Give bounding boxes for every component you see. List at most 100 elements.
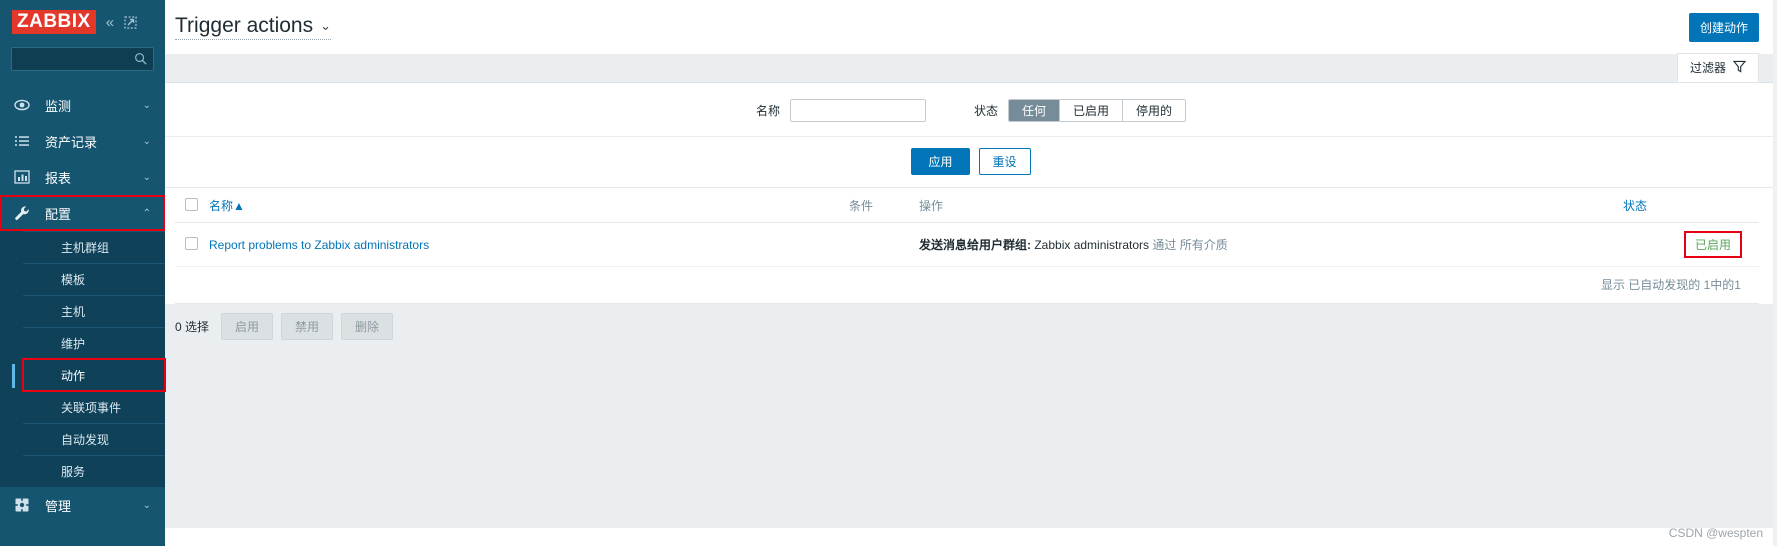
- row-checkbox[interactable]: [185, 236, 198, 250]
- filter-tab[interactable]: 过滤器: [1676, 53, 1759, 82]
- operation-via: 通过: [1152, 238, 1177, 252]
- select-all-header: [175, 188, 205, 223]
- row-name-cell: Report problems to Zabbix administrators: [205, 222, 845, 267]
- sidebar-item-label: 管理: [45, 498, 72, 514]
- table-row: Report problems to Zabbix administrators…: [175, 222, 1759, 267]
- filter-status-segmented: 任何 已启用 停用的: [1007, 99, 1187, 122]
- column-header-status-link[interactable]: 状态: [1623, 199, 1647, 213]
- column-header-name-link[interactable]: 名称▲: [209, 199, 245, 213]
- filter-tab-label: 过滤器: [1689, 61, 1726, 75]
- apply-button[interactable]: 应用: [911, 148, 970, 175]
- main-content: Trigger actions ⌄ 创建动作 过滤器 名称 状态 任何 已启用 …: [165, 0, 1777, 546]
- sidebar-subitem-services[interactable]: 服务: [23, 455, 165, 487]
- column-header-name-text: 名称: [209, 199, 234, 213]
- filter-status-any[interactable]: 任何: [1008, 100, 1060, 121]
- page-title-text: Trigger actions: [175, 14, 314, 37]
- sidebar-subitem-label: 维护: [61, 337, 86, 351]
- table-body: Report problems to Zabbix administrators…: [175, 222, 1759, 267]
- filter-tabbar: 过滤器: [165, 53, 1777, 83]
- filter-name-label: 名称: [755, 104, 780, 118]
- collapse-panel-icon[interactable]: [124, 15, 137, 29]
- filter-actions: 应用 重设: [165, 136, 1777, 187]
- sidebar-submenu-configuration: 主机群组 模板 主机 维护 动作 关联项事件 自动发现 服务: [0, 231, 166, 487]
- actions-table: 名称▲ 条件 操作 状态 Report problems to Zabbix a…: [175, 188, 1759, 267]
- sidebar-subitem-label: 主机群组: [61, 241, 110, 255]
- row-select-cell: [175, 222, 205, 267]
- table-head: 名称▲ 条件 操作 状态: [175, 188, 1759, 223]
- bar-chart-icon: [14, 169, 36, 185]
- funnel-icon[interactable]: [1732, 60, 1747, 76]
- table-header-row: 名称▲ 条件 操作 状态: [175, 188, 1759, 223]
- status-badge[interactable]: 已启用: [1683, 231, 1743, 258]
- sidebar-header: ZABBIX «: [0, 0, 165, 44]
- reset-button[interactable]: 重设: [978, 148, 1031, 175]
- operation-label: 发送消息给用户群组:: [919, 238, 1031, 252]
- sidebar-item-reports[interactable]: 报表 ⌄: [0, 159, 165, 195]
- sidebar-subitem-label: 模板: [61, 273, 86, 287]
- sidebar-item-label: 配置: [45, 206, 72, 222]
- sidebar-subitem-hosts[interactable]: 主机: [23, 295, 165, 327]
- chevron-down-icon: ⌄: [142, 135, 151, 147]
- filter-panel: 名称 状态 任何 已启用 停用的 应用 重设: [165, 83, 1777, 188]
- column-header-name[interactable]: 名称▲: [205, 188, 845, 223]
- filter-fields-row: 名称 状态 任何 已启用 停用的: [165, 99, 1777, 136]
- search-box[interactable]: [11, 47, 154, 71]
- sidebar-item-inventory[interactable]: 资产记录 ⌄: [0, 123, 165, 159]
- selected-count: 0 选择: [175, 319, 210, 334]
- action-name-link[interactable]: Report problems to Zabbix administrators: [209, 238, 429, 252]
- row-status-cell: 已启用: [1619, 222, 1759, 267]
- bulk-actions-bar: 0 选择 启用 禁用 删除: [165, 304, 1777, 348]
- table-footer: 显示 已自动发现的 1中的1: [175, 267, 1759, 304]
- column-header-conditions: 条件: [845, 188, 915, 223]
- sidebar-item-administration[interactable]: 管理 ⌄: [0, 487, 165, 523]
- bulk-delete-button[interactable]: 删除: [341, 312, 394, 340]
- filter-status-label: 状态: [973, 104, 998, 118]
- filter-name-input[interactable]: [789, 99, 926, 122]
- sidebar-item-configuration[interactable]: 配置 ⌃: [0, 195, 165, 231]
- zabbix-logo: ZABBIX: [12, 10, 96, 34]
- sidebar-subitem-label: 主机: [61, 305, 86, 319]
- search-icon[interactable]: [134, 52, 147, 68]
- filter-status-disabled[interactable]: 停用的: [1123, 100, 1186, 121]
- row-conditions-cell: [845, 222, 915, 267]
- sidebar-item-label: 资产记录: [45, 134, 98, 150]
- select-all-checkbox[interactable]: [185, 197, 198, 211]
- sidebar-subitem-templates[interactable]: 模板: [23, 263, 165, 295]
- row-operations-cell: 发送消息给用户群组: Zabbix administrators 通过 所有介质: [915, 222, 1619, 267]
- sidebar-subitem-maintenance[interactable]: 维护: [23, 327, 165, 359]
- column-header-operations: 操作: [915, 188, 1619, 223]
- page-header: Trigger actions ⌄ 创建动作: [165, 0, 1777, 54]
- column-header-status[interactable]: 状态: [1619, 188, 1759, 223]
- filter-status-enabled[interactable]: 已启用: [1060, 100, 1124, 121]
- create-action-button[interactable]: 创建动作: [1688, 12, 1759, 42]
- zabbix-app: ZABBIX « 监测 ⌄ 资产记录 ⌄ 报表 ⌄ 配置 ⌃ 主机群组 模板 主…: [0, 0, 1777, 546]
- right-edge: [1773, 0, 1777, 546]
- sidebar-item-label: 报表: [45, 170, 72, 186]
- sidebar-subitem-actions[interactable]: 动作: [12, 358, 166, 392]
- sidebar-subitem-label: 关联项事件: [61, 401, 122, 415]
- operation-target: Zabbix administrators: [1034, 238, 1150, 252]
- sidebar-item-monitoring[interactable]: 监测 ⌄: [0, 87, 165, 123]
- chevron-down-icon: ⌄: [142, 171, 151, 183]
- actions-table-wrap: 名称▲ 条件 操作 状态 Report problems to Zabbix a…: [165, 188, 1777, 304]
- sidebar-subitem-host-groups[interactable]: 主机群组: [23, 231, 165, 263]
- chevron-down-icon: ⌄: [142, 499, 151, 511]
- bulk-disable-button[interactable]: 禁用: [281, 312, 334, 340]
- sidebar-subitem-discovery[interactable]: 自动发现: [23, 423, 165, 455]
- chevron-down-icon: ⌄: [142, 99, 151, 111]
- bulk-enable-button[interactable]: 启用: [221, 312, 274, 340]
- chevron-down-icon[interactable]: ⌄: [320, 18, 331, 34]
- search-input[interactable]: [12, 48, 153, 70]
- page-title[interactable]: Trigger actions ⌄: [175, 14, 332, 40]
- gear-icon: [14, 497, 36, 513]
- sidebar-search-wrap: [0, 44, 165, 81]
- sidebar: ZABBIX « 监测 ⌄ 资产记录 ⌄ 报表 ⌄ 配置 ⌃ 主机群组 模板 主…: [0, 0, 166, 546]
- operation-media: 所有介质: [1179, 238, 1228, 252]
- watermark: CSDN @wespten: [1668, 526, 1763, 540]
- sidebar-subitem-label: 服务: [61, 465, 86, 479]
- sidebar-menu: 监测 ⌄ 资产记录 ⌄ 报表 ⌄ 配置 ⌃ 主机群组 模板 主机 维护 动作 关…: [0, 87, 166, 523]
- chevron-double-left-icon[interactable]: «: [106, 15, 114, 30]
- chevron-up-icon: ⌃: [142, 207, 151, 219]
- page-background: [165, 348, 1777, 528]
- sidebar-subitem-event-correlation[interactable]: 关联项事件: [23, 391, 165, 423]
